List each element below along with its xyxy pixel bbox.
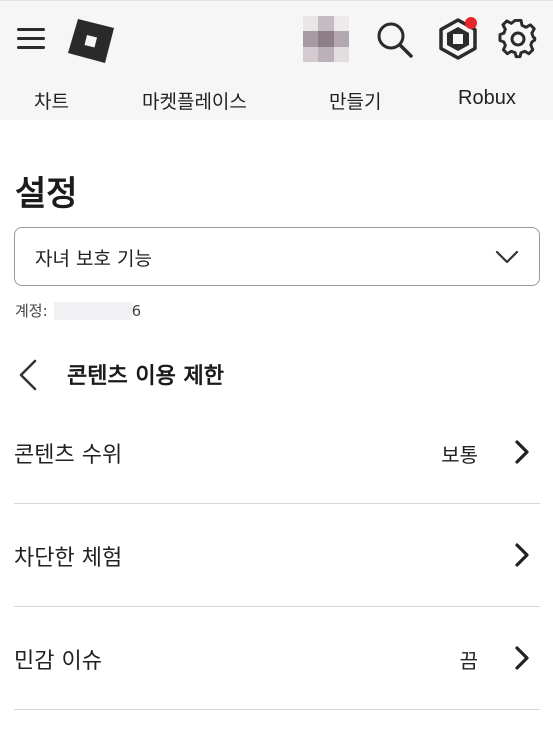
account-label: 계정: xyxy=(15,302,48,320)
divider xyxy=(14,709,540,710)
roblox-logo[interactable] xyxy=(68,19,114,63)
tab-marketplace[interactable]: 마켓플레이스 xyxy=(142,87,247,114)
section-title: 콘텐츠 이용 제한 xyxy=(67,364,224,389)
row-value: 끔 xyxy=(459,649,478,673)
account-suffix: 6 xyxy=(131,302,142,320)
account-info: 계정: 6 xyxy=(15,300,141,321)
page-title: 설정 xyxy=(15,174,78,214)
avatar[interactable] xyxy=(303,16,349,62)
row-label: 차단한 체험 xyxy=(14,546,123,571)
menu-icon[interactable] xyxy=(17,28,45,50)
gear-icon[interactable] xyxy=(498,19,538,59)
settings-category-dropdown[interactable]: 자녀 보호 기능 xyxy=(14,227,540,286)
setting-row-blocked-experiences[interactable]: 차단한 체험 xyxy=(14,504,540,607)
back-chevron-icon[interactable] xyxy=(17,358,39,392)
chevron-down-icon xyxy=(495,250,519,264)
chevron-right-icon xyxy=(515,646,529,670)
masked-username xyxy=(53,302,132,320)
tab-create[interactable]: 만들기 xyxy=(329,87,381,114)
row-label: 콘텐츠 수위 xyxy=(14,443,123,468)
tab-charts[interactable]: 차트 xyxy=(34,87,69,114)
row-label: 민감 이슈 xyxy=(14,649,102,674)
search-icon[interactable] xyxy=(376,21,414,59)
chevron-right-icon xyxy=(515,440,529,464)
setting-row-sensitive-issues[interactable]: 민감 이슈 끔 xyxy=(14,607,540,710)
tab-robux[interactable]: Robux xyxy=(458,87,516,110)
row-value: 보통 xyxy=(441,443,478,467)
setting-row-content-maturity[interactable]: 콘텐츠 수위 보통 xyxy=(14,401,540,504)
chevron-right-icon xyxy=(515,543,529,567)
dropdown-selected-value: 자녀 보호 기능 xyxy=(35,248,152,270)
notification-badge xyxy=(465,17,477,29)
top-bar: 차트 마켓플레이스 만들기 Robux xyxy=(0,0,553,120)
